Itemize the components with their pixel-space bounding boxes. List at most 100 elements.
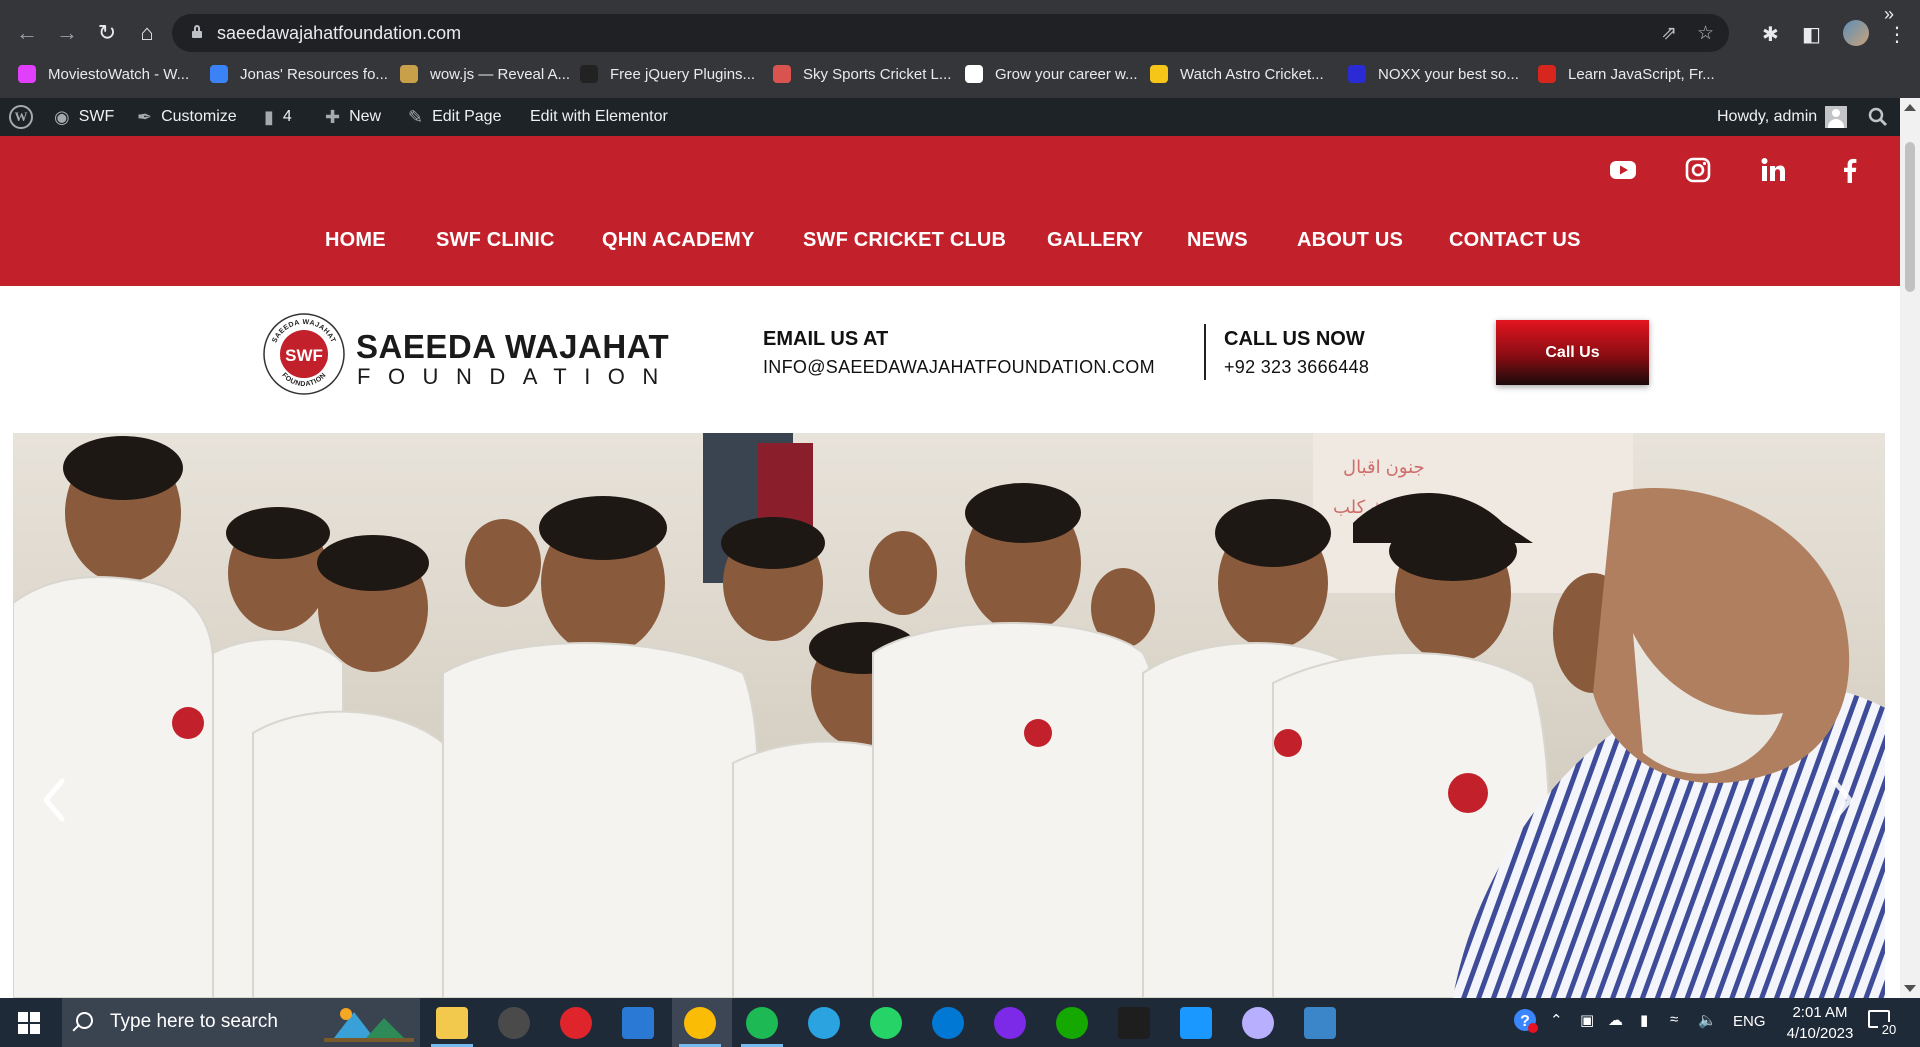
file-explorer-icon[interactable] <box>436 1007 468 1039</box>
forward-icon[interactable]: → <box>54 20 80 46</box>
lock-icon[interactable] <box>192 25 202 38</box>
customize-label: Customize <box>161 108 237 125</box>
vscode-icon[interactable] <box>622 1007 654 1039</box>
language-indicator[interactable]: ENG <box>1733 1013 1766 1030</box>
menu-qhn-academy[interactable]: QHN ACADEMY <box>602 229 755 252</box>
site-name-menu[interactable]: ◉ SWF <box>54 98 114 136</box>
hero-photo-cricket-team: جنون اقبالکرکٹ کلب <box>13 433 1885 998</box>
onedrive-icon[interactable]: ☁ <box>1608 1011 1623 1029</box>
chevron-up-icon[interactable]: ⌃ <box>1550 1011 1563 1029</box>
menu-news[interactable]: NEWS <box>1187 229 1248 252</box>
spotify-icon[interactable] <box>746 1007 778 1039</box>
back-icon[interactable]: ← <box>14 20 40 46</box>
bookmark-item[interactable]: Sky Sports Cricket L... <box>773 62 951 86</box>
notification-count: 20 <box>1878 1022 1900 1040</box>
system-clock[interactable]: 2:01 AM 4/10/2023 <box>1770 1002 1870 1044</box>
page-scrollbar[interactable] <box>1900 98 1920 998</box>
arc-icon[interactable] <box>1242 1007 1274 1039</box>
address-bar[interactable]: saeedawajahatfoundation.com ⇗ ☆ <box>172 14 1729 52</box>
email-heading: EMAIL US AT <box>763 328 889 350</box>
meet-now-icon[interactable]: ▣ <box>1580 1011 1594 1029</box>
bookmark-favicon-icon <box>580 65 598 83</box>
bookmark-item[interactable]: wow.js — Reveal A... <box>400 62 570 86</box>
call-us-button[interactable]: Call Us <box>1496 320 1649 385</box>
search-icon <box>1868 107 1887 126</box>
slider-prev-icon[interactable] <box>40 775 70 825</box>
bookmark-star-icon[interactable]: ☆ <box>1697 22 1714 45</box>
scroll-thumb[interactable] <box>1905 142 1915 292</box>
menu-kebab-icon[interactable]: ⋮ <box>1887 22 1907 47</box>
bookmark-item[interactable]: Grow your career w... <box>965 62 1138 86</box>
home-icon[interactable]: ⌂ <box>134 20 160 46</box>
facebook-icon[interactable] <box>1836 156 1864 184</box>
my-account-menu[interactable]: Howdy, admin <box>1717 98 1848 136</box>
bookmark-label: Watch Astro Cricket... <box>1180 65 1324 83</box>
bookmark-item[interactable]: NOXX your best so... <box>1348 62 1519 86</box>
menu-home[interactable]: HOME <box>325 229 386 252</box>
more-bookmarks-icon[interactable]: » <box>1884 4 1894 25</box>
menu-swf-cricket-club[interactable]: SWF CRICKET CLUB <box>803 229 1006 252</box>
phone-number[interactable]: +92 323 3666448 <box>1224 357 1369 378</box>
opera-icon[interactable] <box>560 1007 592 1039</box>
new-content-menu[interactable]: ✚ New <box>325 98 381 136</box>
battery-icon[interactable]: ▮ <box>1640 1011 1648 1029</box>
site-name-label: SWF <box>78 108 115 125</box>
bookmark-item[interactable]: MoviestoWatch - W... <box>18 62 189 86</box>
canva-icon[interactable] <box>994 1007 1026 1039</box>
obs-icon[interactable] <box>498 1007 530 1039</box>
menu-contact-us[interactable]: CONTACT US <box>1449 229 1581 252</box>
url-text[interactable]: saeedawajahatfoundation.com <box>217 23 461 44</box>
edit-elementor-link[interactable]: Edit with Elementor <box>530 98 668 136</box>
upwork-icon[interactable] <box>1056 1007 1088 1039</box>
youtube-icon[interactable] <box>1609 156 1637 184</box>
volume-icon[interactable]: 🔈 <box>1698 1011 1717 1029</box>
telegram-icon[interactable] <box>808 1007 840 1039</box>
profile-avatar[interactable] <box>1843 20 1869 46</box>
pencil-icon: ✎ <box>408 106 424 127</box>
admin-search[interactable] <box>1868 98 1888 136</box>
share-icon[interactable]: ⇗ <box>1661 22 1677 45</box>
scroll-up-icon[interactable] <box>1904 104 1916 111</box>
email-address[interactable]: INFO@SAEEDAWAJAHATFOUNDATION.COM <box>763 357 1155 378</box>
chrome-icon[interactable] <box>684 1007 716 1039</box>
site-header: HOME SWF CLINIC QHN ACADEMY SWF CRICKET … <box>0 136 1900 286</box>
bookmark-item[interactable]: Learn JavaScript, Fr... <box>1538 62 1715 86</box>
extensions-icon[interactable]: ✱ <box>1762 22 1779 47</box>
start-windows-icon[interactable] <box>18 1012 40 1034</box>
edit-page-link[interactable]: ✎ Edit Page <box>408 98 501 136</box>
menu-about-us[interactable]: ABOUT US <box>1297 229 1403 252</box>
figma-icon[interactable] <box>1118 1007 1150 1039</box>
call-heading: CALL US NOW <box>1224 328 1365 350</box>
comments-count: 4 <box>282 108 292 125</box>
scroll-down-icon[interactable] <box>1904 985 1916 992</box>
bookmark-item[interactable]: Watch Astro Cricket... <box>1150 62 1324 86</box>
comments-link[interactable]: ▮ 4 <box>264 98 292 136</box>
side-panel-icon[interactable]: ◧ <box>1802 22 1821 47</box>
linkedin-icon[interactable] <box>1759 156 1787 184</box>
taskbar-search[interactable]: Type here to search <box>62 998 420 1047</box>
reload-icon[interactable]: ↻ <box>94 20 120 46</box>
menu-gallery[interactable]: GALLERY <box>1047 229 1143 252</box>
help-icon[interactable]: ? <box>1512 1007 1538 1037</box>
bookmark-label: MoviestoWatch - W... <box>48 65 190 83</box>
bookmark-item[interactable]: Free jQuery Plugins... <box>580 62 755 86</box>
skype-icon[interactable] <box>932 1007 964 1039</box>
site-logo[interactable]: SWF SAEEDA WAJAHAT FOUNDATION SAEEDA WAJ… <box>262 312 669 396</box>
menu-swf-clinic[interactable]: SWF CLINIC <box>436 229 555 252</box>
whatsapp-icon[interactable] <box>870 1007 902 1039</box>
slider-next-icon[interactable] <box>1826 775 1856 825</box>
bookmark-label: Learn JavaScript, Fr... <box>1568 65 1715 83</box>
wp-admin-bar: W ◉ SWF ✒ Customize ▮ 4 ✚ New ✎ Edit Pag… <box>0 98 1920 136</box>
bookmarks-bar: MoviestoWatch - W... Jonas' Resources fo.… <box>0 58 1920 90</box>
wifi-icon[interactable]: ≈ <box>1670 1011 1678 1028</box>
bookmark-item[interactable]: Jonas' Resources fo... <box>210 62 388 86</box>
photos-icon[interactable] <box>1304 1007 1336 1039</box>
bookmark-favicon-icon <box>210 65 228 83</box>
new-label: New <box>349 108 382 125</box>
bookmark-label: Jonas' Resources fo... <box>240 65 388 83</box>
prime-video-icon[interactable] <box>1180 1007 1212 1039</box>
instagram-icon[interactable] <box>1684 156 1712 184</box>
wp-logo-menu[interactable]: W <box>9 98 33 136</box>
customize-link[interactable]: ✒ Customize <box>137 98 237 136</box>
dashboard-icon: ◉ <box>54 106 70 127</box>
